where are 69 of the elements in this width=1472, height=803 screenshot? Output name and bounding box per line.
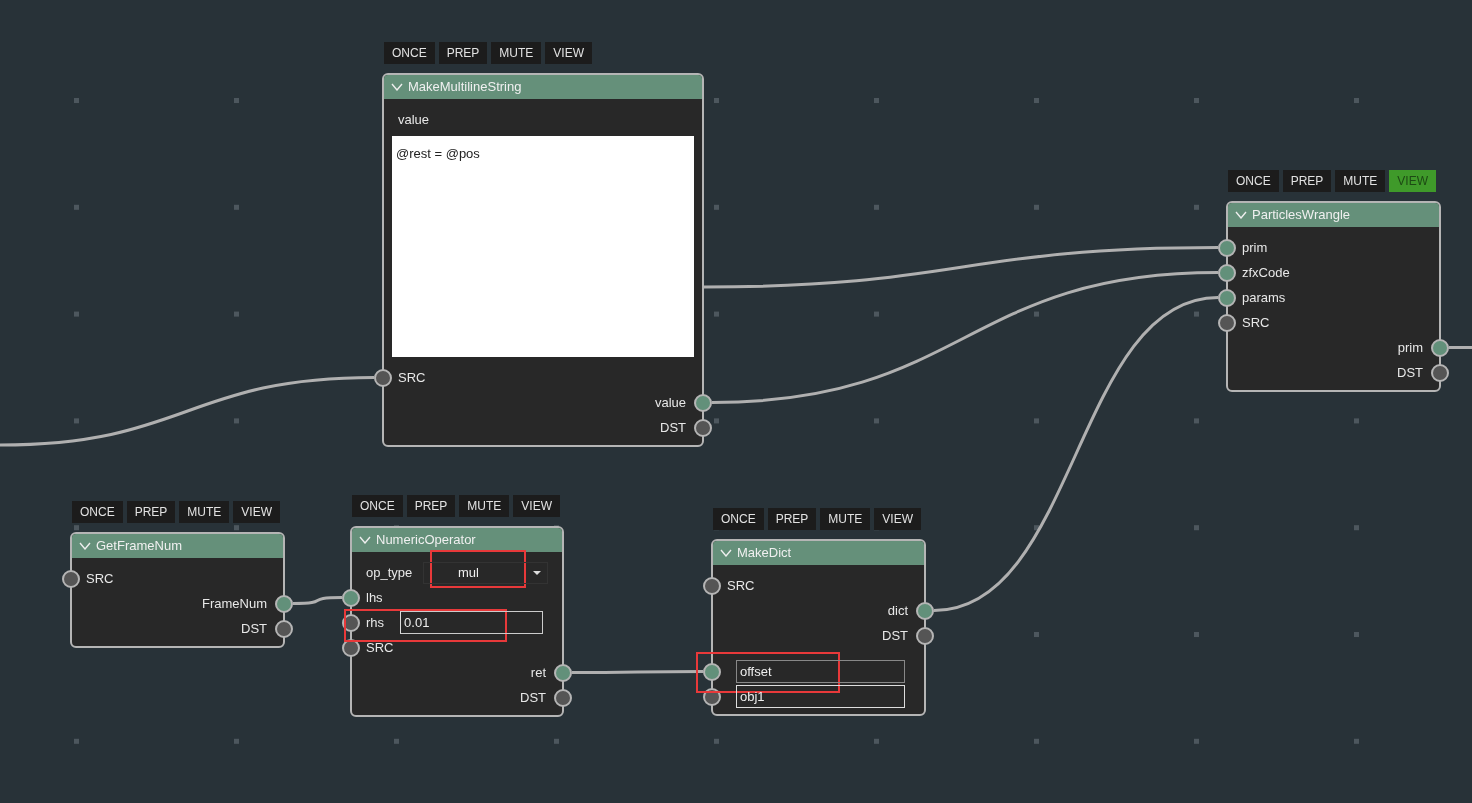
- toggle-button[interactable]: VIEW: [233, 501, 281, 523]
- toggle-button[interactable]: MUTE: [491, 42, 542, 64]
- toggle-button[interactable]: PREP: [406, 495, 456, 517]
- socket[interactable]: [275, 594, 293, 613]
- connection-wire: [292, 596, 343, 605]
- toggle-button[interactable]: ONCE: [713, 508, 764, 530]
- socket[interactable]: [554, 663, 572, 682]
- socket-label: lhs: [366, 588, 383, 607]
- toggle-button[interactable]: VIEW: [545, 42, 593, 64]
- socket-label: DST: [241, 619, 267, 638]
- toggle-button[interactable]: PREP: [1282, 170, 1332, 192]
- chevron-down-icon[interactable]: [391, 83, 403, 91]
- socket[interactable]: [916, 626, 934, 645]
- socket-label: SRC: [727, 576, 755, 595]
- toggle-button[interactable]: ONCE: [72, 501, 123, 523]
- input-field[interactable]: obj1: [736, 685, 905, 708]
- node-title: GetFrameNum: [96, 537, 182, 556]
- field-label: value: [398, 110, 430, 129]
- socket-label: prim: [1397, 338, 1423, 357]
- toggle-button[interactable]: ONCE: [384, 42, 435, 64]
- node-title: NumericOperator: [376, 531, 476, 550]
- socket-label: dict: [887, 601, 908, 620]
- socket-label: SRC: [398, 368, 426, 387]
- socket-label: params: [1242, 288, 1286, 307]
- socket-label: value: [654, 393, 686, 412]
- socket[interactable]: [694, 418, 712, 437]
- socket-label: DST: [520, 688, 546, 707]
- socket-label: DST: [660, 418, 686, 437]
- socket[interactable]: [275, 619, 293, 638]
- node-title: ParticlesWrangle: [1252, 206, 1351, 225]
- toggle-button[interactable]: VIEW: [874, 508, 922, 530]
- socket[interactable]: [694, 393, 712, 412]
- node-title: MakeMultilineString: [408, 78, 522, 97]
- socket-label: prim: [1242, 238, 1268, 257]
- text-area[interactable]: @rest = @pos: [392, 136, 694, 357]
- toggle-button[interactable]: VIEW: [513, 495, 561, 517]
- socket[interactable]: [554, 688, 572, 707]
- toggle-button[interactable]: MUTE: [1335, 170, 1386, 192]
- socket[interactable]: [1431, 338, 1449, 357]
- socket[interactable]: [1431, 363, 1449, 382]
- chevron-down-icon[interactable]: [720, 549, 732, 557]
- socket[interactable]: [916, 601, 934, 620]
- chevron-down-icon[interactable]: [359, 536, 371, 544]
- toggle-button[interactable]: PREP: [767, 508, 817, 530]
- input-field[interactable]: 0.01: [400, 611, 543, 634]
- chevron-down-icon[interactable]: [79, 542, 91, 550]
- toggle-button[interactable]: PREP: [126, 501, 176, 523]
- socket-label: SRC: [86, 569, 114, 588]
- toggle-button[interactable]: MUTE: [179, 501, 230, 523]
- socket-label: DST: [1397, 363, 1423, 382]
- toggle-button[interactable]: ONCE: [352, 495, 403, 517]
- input-field[interactable]: offset: [736, 660, 905, 683]
- socket-label: rhs: [366, 613, 385, 632]
- socket-label: zfxCode: [1242, 263, 1290, 282]
- toggle-button[interactable]: ONCE: [1228, 170, 1279, 192]
- node-title: MakeDict: [737, 544, 792, 563]
- connection-wire: [1449, 346, 1472, 349]
- socket-label: FrameNum: [202, 594, 267, 613]
- chevron-down-icon[interactable]: [1235, 211, 1247, 219]
- field-label: op_type: [366, 563, 413, 582]
- socket-label: SRC: [1242, 313, 1270, 332]
- toggle-button[interactable]: PREP: [438, 42, 488, 64]
- socket-label: DST: [882, 626, 908, 645]
- dropdown[interactable]: mul: [423, 561, 548, 584]
- toggle-button[interactable]: MUTE: [820, 508, 871, 530]
- caret-icon: [533, 570, 541, 575]
- toggle-button[interactable]: MUTE: [459, 495, 510, 517]
- socket-label: ret: [530, 663, 546, 682]
- socket-label: SRC: [366, 638, 394, 657]
